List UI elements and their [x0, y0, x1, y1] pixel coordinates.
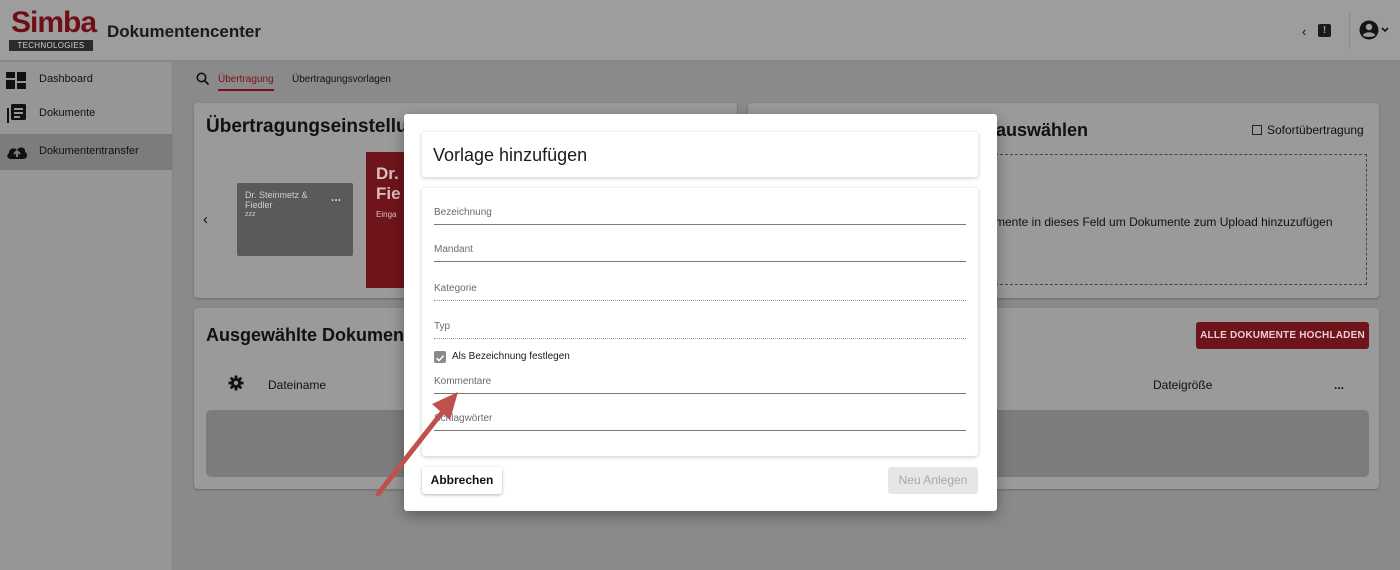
kommentare-field[interactable]: Kommentare — [434, 376, 966, 396]
sidebar-item-dokumente[interactable]: Dokumente — [0, 98, 172, 134]
checkbox-icon — [1252, 125, 1262, 135]
dialog-header: Vorlage hinzufügen — [422, 132, 978, 177]
field-label: Mandant — [434, 244, 473, 255]
sidebar-item-dokumententransfer[interactable]: Dokumententransfer — [0, 134, 172, 170]
sidebar-item-label: Dokumente — [39, 107, 96, 119]
field-underline — [434, 393, 966, 394]
field-underline — [434, 300, 966, 301]
sidebar-item-dashboard[interactable]: Dashboard — [0, 62, 172, 98]
field-underline — [434, 224, 966, 225]
dialog-form: Bezeichnung Mandant Kategorie Typ Als Be… — [422, 188, 978, 456]
bezeichnung-field[interactable]: Bezeichnung — [434, 207, 966, 227]
tile-name: Dr. Steinmetz & Fiedler — [245, 190, 308, 210]
field-underline — [434, 261, 966, 262]
dashboard-icon — [6, 72, 26, 89]
column-header-filesize[interactable]: Dateigröße — [1153, 378, 1212, 392]
typ-field[interactable]: Typ — [434, 321, 966, 341]
drop-zone-text: mente in dieses Feld um Dokumente zum Up… — [995, 215, 1333, 229]
header-divider — [1349, 13, 1350, 49]
logo-wordmark: Simba — [11, 6, 97, 39]
field-label: Kategorie — [434, 283, 477, 294]
gear-icon[interactable] — [228, 375, 244, 391]
search-icon[interactable] — [196, 72, 210, 86]
tile-name: Dr. Fie — [376, 164, 401, 203]
instant-transfer-label: Sofortübertragung — [1267, 123, 1364, 137]
document-icon — [7, 104, 26, 123]
card-title: auswählen — [996, 120, 1089, 140]
more-icon[interactable]: ... — [1334, 378, 1344, 392]
tab-uebertragungsvorlagen[interactable]: Übertragungsvorlagen — [292, 74, 391, 85]
field-label: Typ — [434, 321, 451, 332]
template-tile-selected[interactable]: Dr. Fie Einga — [366, 152, 406, 288]
tile-sub: Einga — [376, 210, 397, 219]
field-label: Schlagwörter — [434, 413, 493, 424]
field-label: Kommentare — [434, 376, 492, 387]
schlagwoerter-field[interactable]: Schlagwörter — [434, 413, 966, 433]
logo-subtitle: TECHNOLOGIES — [9, 40, 93, 51]
sidebar-item-label: Dokumententransfer — [39, 145, 139, 157]
checkbox-checked-icon — [434, 351, 446, 363]
notification-icon[interactable]: ! — [1318, 24, 1331, 37]
field-underline — [434, 338, 966, 339]
app-title: Dokumentencenter — [107, 22, 261, 41]
sidebar-item-label: Dashboard — [39, 73, 93, 85]
chevron-left-icon[interactable]: ‹ — [1302, 24, 1306, 39]
field-underline — [434, 430, 966, 431]
card-title: Übertragungseinstellun — [206, 116, 420, 137]
tile-sub: zzz — [245, 211, 256, 218]
cloud-upload-icon — [7, 147, 28, 159]
simba-logo[interactable]: Simba TECHNOLOGIES — [8, 6, 97, 51]
card-title: Ausgewählte Dokument — [206, 325, 411, 345]
create-button[interactable]: Neu Anlegen — [888, 467, 978, 494]
more-icon[interactable]: ... — [331, 190, 341, 204]
column-header-filename[interactable]: Dateiname — [268, 378, 326, 392]
mandant-field[interactable]: Mandant — [434, 244, 966, 264]
carousel-prev-icon[interactable]: ‹ — [203, 211, 208, 228]
sidebar: Dashboard Dokumente Dokumententransfer — [0, 62, 173, 570]
checkbox-label: Als Bezeichnung festlegen — [452, 351, 570, 362]
kategorie-field[interactable]: Kategorie — [434, 283, 966, 303]
account-icon[interactable] — [1358, 19, 1390, 46]
field-label: Bezeichnung — [434, 207, 492, 218]
top-bar: Simba TECHNOLOGIES Dokumentencenter ‹ ! — [0, 0, 1400, 61]
dialog-title: Vorlage hinzufügen — [433, 145, 588, 165]
cancel-button[interactable]: Abbrechen — [422, 467, 502, 494]
tab-uebertragung[interactable]: Übertragung — [218, 74, 274, 91]
template-tile[interactable]: Dr. Steinmetz & Fiedler zzz ... — [237, 183, 353, 256]
upload-all-button[interactable]: ALLE DOKUMENTE HOCHLADEN — [1196, 322, 1369, 349]
instant-transfer-checkbox[interactable]: Sofortübertragung — [1252, 123, 1364, 137]
add-template-dialog: Vorlage hinzufügen Bezeichnung Mandant K… — [404, 114, 997, 511]
